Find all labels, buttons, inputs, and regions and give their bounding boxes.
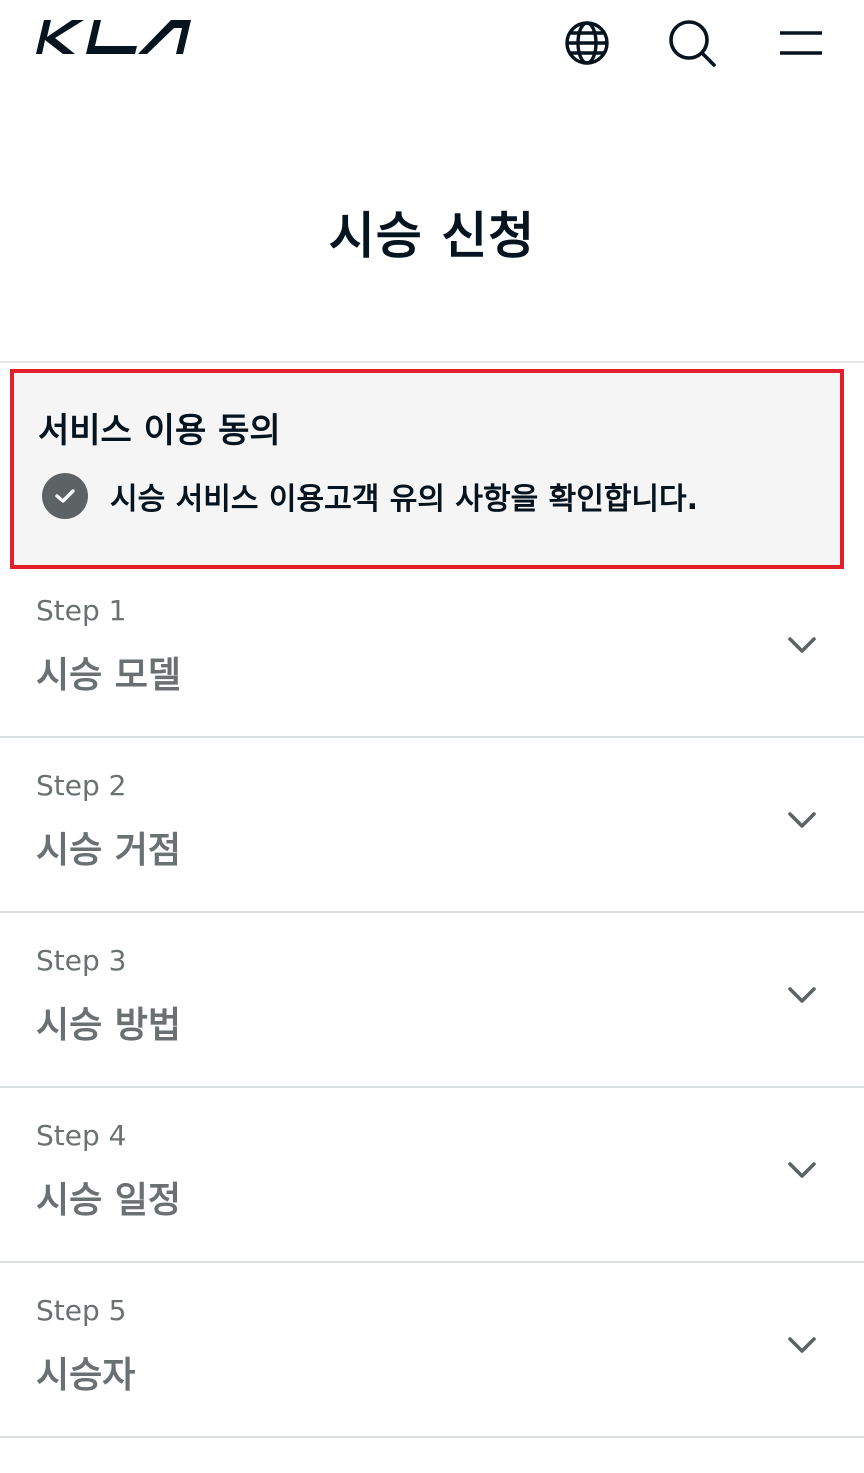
step-1-accordion[interactable]: Step 1 시승 모델 xyxy=(0,562,864,738)
check-circle-icon[interactable] xyxy=(42,473,88,519)
consent-title: 서비스 이용 동의 xyxy=(38,411,281,451)
chevron-down-icon[interactable] xyxy=(786,1159,818,1181)
globe-icon[interactable] xyxy=(562,18,612,68)
step-title: 시승자 xyxy=(36,1355,136,1396)
step-number: Step 1 xyxy=(36,594,127,627)
step-title: 시승 방법 xyxy=(36,1005,182,1046)
step-number: Step 5 xyxy=(36,1294,127,1327)
chevron-down-icon[interactable] xyxy=(786,809,818,831)
step-title: 시승 모델 xyxy=(36,655,182,696)
step-title: 시승 일정 xyxy=(36,1180,182,1221)
step-2-accordion[interactable]: Step 2 시승 거점 xyxy=(0,737,864,913)
step-number: Step 3 xyxy=(36,944,127,977)
step-5-accordion[interactable]: Step 5 시승자 xyxy=(0,1262,864,1438)
site-header xyxy=(0,0,864,90)
consent-checkbox[interactable]: 시승 서비스 이용고객 유의 사항을 확인합니다. xyxy=(42,473,698,519)
step-3-accordion[interactable]: Step 3 시승 방법 xyxy=(0,912,864,1088)
kia-logo[interactable] xyxy=(34,18,192,56)
step-number: Step 2 xyxy=(36,769,127,802)
service-consent-panel: 서비스 이용 동의 시승 서비스 이용고객 유의 사항을 확인합니다. xyxy=(10,369,844,569)
chevron-down-icon[interactable] xyxy=(786,634,818,656)
search-icon[interactable] xyxy=(667,18,717,68)
chevron-down-icon[interactable] xyxy=(786,984,818,1006)
step-number: Step 4 xyxy=(36,1119,127,1152)
step-4-accordion[interactable]: Step 4 시승 일정 xyxy=(0,1087,864,1263)
divider xyxy=(0,361,864,363)
page-title: 시승 신청 xyxy=(328,207,536,265)
hamburger-menu-icon[interactable] xyxy=(776,18,826,68)
consent-item-label[interactable]: 시승 서비스 이용고객 유의 사항을 확인합니다. xyxy=(110,474,698,518)
step-title: 시승 거점 xyxy=(36,830,182,871)
chevron-down-icon[interactable] xyxy=(786,1334,818,1356)
